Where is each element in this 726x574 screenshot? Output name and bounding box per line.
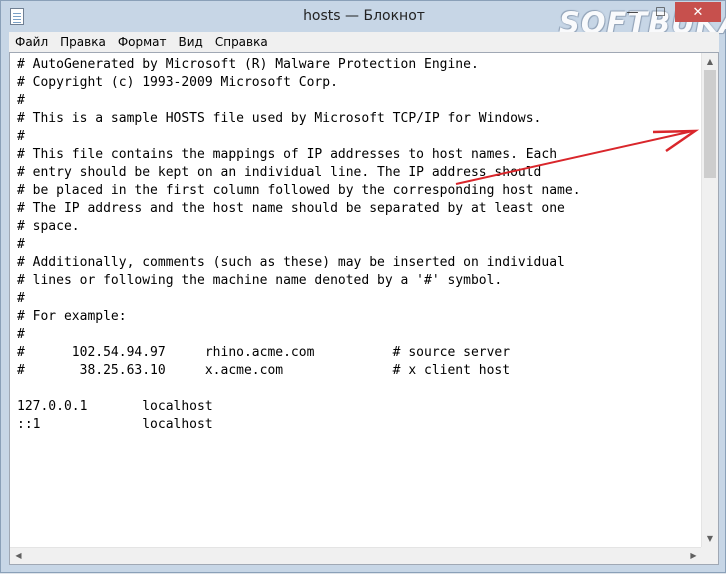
menu-view[interactable]: Вид	[173, 32, 209, 52]
scroll-down-icon[interactable]: ▼	[702, 530, 718, 547]
text-editor[interactable]: # AutoGenerated by Microsoft (R) Malware…	[9, 52, 719, 565]
vertical-scrollbar[interactable]: ▲ ▼	[701, 53, 718, 547]
menu-file[interactable]: Файл	[9, 32, 54, 52]
menu-help[interactable]: Справка	[209, 32, 274, 52]
scroll-up-icon[interactable]: ▲	[702, 53, 718, 70]
scroll-right-icon[interactable]: ▶	[685, 548, 702, 564]
editor-content[interactable]: # AutoGenerated by Microsoft (R) Malware…	[17, 56, 697, 434]
minimize-button[interactable]: —	[619, 2, 646, 22]
scrollbar-corner	[701, 547, 718, 564]
notepad-window: hosts — Блокнот SOFTBUKA — ☐ ✕ Файл Прав…	[0, 0, 726, 573]
vertical-scroll-thumb[interactable]	[704, 70, 716, 178]
menu-format[interactable]: Формат	[112, 32, 173, 52]
horizontal-scrollbar[interactable]: ◀ ▶	[10, 547, 702, 564]
menu-bar: Файл Правка Формат Вид Справка	[9, 32, 719, 52]
maximize-button[interactable]: ☐	[647, 2, 674, 22]
title-bar[interactable]: hosts — Блокнот SOFTBUKA — ☐ ✕	[1, 1, 726, 40]
close-button[interactable]: ✕	[675, 2, 721, 22]
scroll-left-icon[interactable]: ◀	[10, 548, 27, 564]
menu-edit[interactable]: Правка	[54, 32, 112, 52]
